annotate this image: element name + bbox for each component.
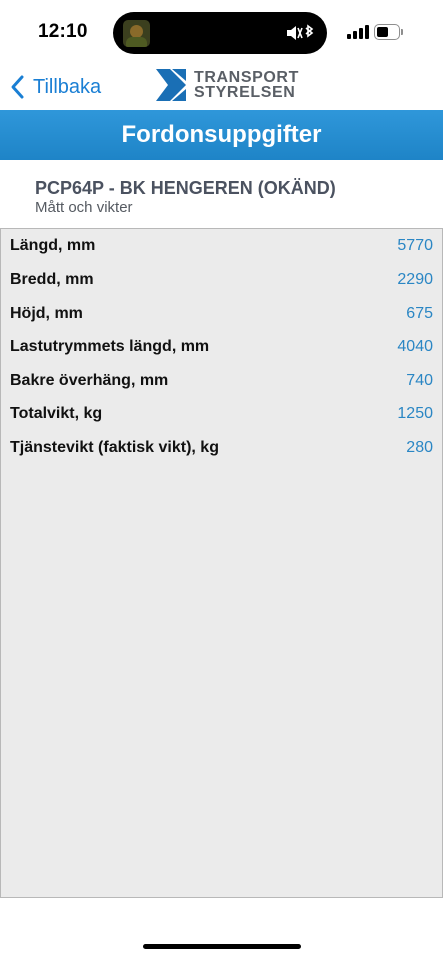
status-time: 12:10 — [38, 21, 88, 42]
back-label: Tillbaka — [33, 75, 102, 98]
dynamic-island[interactable] — [113, 12, 327, 54]
list-item: Totalvikt, kg 1250 — [1, 397, 442, 431]
row-value: 5770 — [397, 237, 433, 254]
transportstyrelsen-logo-icon — [156, 69, 186, 101]
transportstyrelsen-logo: TRANSPORT STYRELSEN — [156, 69, 299, 101]
battery-icon — [374, 24, 403, 40]
row-value: 4040 — [397, 338, 433, 355]
now-playing-artwork-icon — [123, 20, 150, 47]
cellular-signal-icon — [347, 25, 369, 39]
row-value: 2290 — [397, 271, 433, 288]
row-label: Bredd, mm — [10, 271, 94, 288]
list-item: Bakre överhäng, mm 740 — [1, 364, 442, 398]
page-title: Fordonsuppgifter — [121, 121, 322, 148]
row-value: 280 — [406, 439, 433, 456]
home-indicator[interactable] — [143, 944, 301, 949]
row-label: Totalvikt, kg — [10, 405, 103, 422]
back-button[interactable]: Tillbaka — [8, 72, 101, 102]
mute-bluetooth-icon — [287, 24, 314, 40]
row-label: Bakre överhäng, mm — [10, 372, 169, 389]
row-label: Tjänstevikt (faktisk vikt), kg — [10, 439, 219, 456]
vehicle-title: PCP64P - BK HENGEREN (OKÄND) — [35, 178, 336, 198]
row-label: Lastutrymmets längd, mm — [10, 338, 210, 355]
row-value: 1250 — [397, 405, 433, 422]
logo-text-line2: STYRELSEN — [194, 84, 296, 101]
logo-text: TRANSPORT STYRELSEN — [194, 69, 299, 101]
chevron-left-icon — [11, 75, 24, 99]
list-item: Höjd, mm 675 — [1, 297, 442, 331]
row-label: Längd, mm — [10, 237, 96, 254]
vehicle-header: PCP64P - BK HENGEREN (OKÄND) Mått och vi… — [0, 160, 443, 228]
list-item: Lastutrymmets längd, mm 4040 — [1, 330, 442, 364]
list-item: Bredd, mm 2290 — [1, 263, 442, 297]
row-label: Höjd, mm — [10, 305, 83, 322]
navigation-bar: Tillbaka TRANSPORT STYRELSEN — [0, 64, 443, 110]
vehicle-subtitle: Mått och vikter — [35, 199, 133, 216]
status-bar: 12:10 — [0, 0, 443, 64]
logo-text-line1: TRANSPORT — [194, 69, 299, 86]
list-item: Tjänstevikt (faktisk vikt), kg 280 — [1, 431, 442, 465]
row-value: 740 — [406, 372, 433, 389]
list-item: Längd, mm 5770 — [1, 229, 442, 263]
measurements-list[interactable]: Längd, mm 5770 Bredd, mm 2290 Höjd, mm 6… — [0, 228, 443, 898]
page-title-bar: Fordonsuppgifter — [0, 110, 443, 160]
row-value: 675 — [406, 305, 433, 322]
